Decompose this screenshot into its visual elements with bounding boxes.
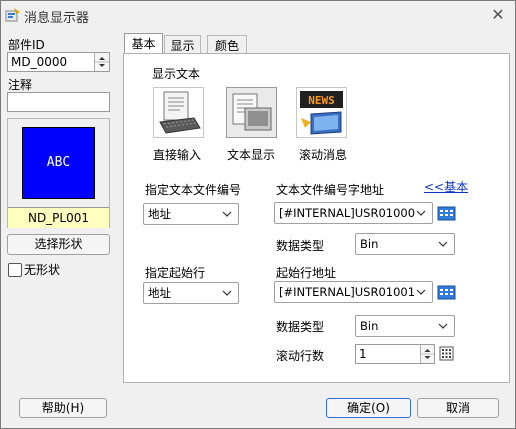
dialog-window: 消息显示器 ✕ 部件ID MD_0000 注释 ABC ND_PL001 选择形… xyxy=(0,0,516,429)
start-line-value: 地址 xyxy=(148,286,171,300)
comment-label: 注释 xyxy=(8,78,33,92)
chevron-down-icon xyxy=(222,211,232,217)
start-line-address-field[interactable]: [#INTERNAL]USR01001 xyxy=(274,281,433,303)
preview-name-bar: ND_PL001 xyxy=(8,207,109,228)
data-type-label-2: 数据类型 xyxy=(276,320,325,334)
comment-field[interactable] xyxy=(7,92,110,112)
shape-preview: ABC ND_PL001 xyxy=(7,118,110,228)
scroll-lines-spinner[interactable] xyxy=(420,345,434,363)
spinner-arrows-icon xyxy=(421,349,434,359)
no-shape-checkbox[interactable] xyxy=(8,263,22,277)
text-file-number-value: 地址 xyxy=(148,207,171,221)
text-display-button[interactable] xyxy=(226,87,277,138)
data-type-label-1: 数据类型 xyxy=(276,239,325,253)
text-file-number-label: 指定文本文件编号 xyxy=(145,183,242,197)
data-type-value-2: Bin xyxy=(360,319,379,333)
calculator-icon[interactable] xyxy=(439,346,454,361)
chevron-down-icon xyxy=(416,289,426,295)
svg-text:NEWS: NEWS xyxy=(308,94,335,107)
chevron-down-icon xyxy=(416,210,426,216)
scroll-lines-value: 1 xyxy=(359,347,367,361)
preview-name: ND_PL001 xyxy=(27,211,90,225)
preview-box: ABC xyxy=(22,127,95,199)
cancel-button[interactable]: 取消 xyxy=(417,398,499,418)
chevron-down-icon xyxy=(222,290,232,296)
back-to-basic-link[interactable]: <<基本 xyxy=(424,178,468,195)
close-icon[interactable]: ✕ xyxy=(489,6,507,24)
tab-display[interactable]: 显示 xyxy=(164,35,201,55)
tab-color[interactable]: 颜色 xyxy=(207,35,247,55)
scroll-lines-label: 滚动行数 xyxy=(276,349,325,363)
text-file-address-label: 文本文件编号字地址 xyxy=(276,183,385,197)
help-button[interactable]: 帮助(H) xyxy=(19,398,107,418)
tab-basic[interactable]: 基本 xyxy=(124,33,163,55)
chevron-down-icon xyxy=(438,323,448,329)
direct-input-label: 直接输入 xyxy=(153,148,202,162)
select-shape-button[interactable]: 选择形状 xyxy=(7,234,110,255)
scroll-message-label: 滚动消息 xyxy=(299,148,348,162)
keyboard-document-icon xyxy=(159,91,201,134)
data-type-select-2[interactable]: Bin xyxy=(355,315,455,337)
direct-input-button[interactable] xyxy=(153,87,204,138)
no-shape-label: 无形状 xyxy=(24,263,61,277)
basic-tab-panel: 显示文本 NEWS 直接输入 文本显示 滚动消息 指定文本文件编号 地址 文本文… xyxy=(123,53,510,383)
message-display-app-icon xyxy=(5,8,20,22)
text-file-address-value: [#INTERNAL]USR01000 xyxy=(279,206,416,220)
text-display-icon xyxy=(232,93,272,131)
text-file-number-select[interactable]: 地址 xyxy=(143,203,239,225)
window-title: 消息显示器 xyxy=(24,11,90,26)
start-line-select[interactable]: 地址 xyxy=(143,282,239,304)
part-id-value: MD_0000 xyxy=(11,55,68,69)
ok-button[interactable]: 确定(O) xyxy=(326,398,411,418)
address-keypad-icon[interactable] xyxy=(437,205,456,222)
data-type-select-1[interactable]: Bin xyxy=(355,233,455,255)
spinner-arrows-icon xyxy=(95,57,109,67)
scroll-message-button[interactable]: NEWS xyxy=(296,87,347,138)
data-type-value-1: Bin xyxy=(360,237,379,251)
title-bar: 消息显示器 ✕ xyxy=(1,1,515,29)
part-id-field[interactable]: MD_0000 xyxy=(7,52,110,72)
start-line-label: 指定起始行 xyxy=(145,266,206,280)
chevron-down-icon xyxy=(438,241,448,247)
start-line-address-value: [#INTERNAL]USR01001 xyxy=(279,285,416,299)
preview-text: ABC xyxy=(46,155,71,170)
text-file-address-field[interactable]: [#INTERNAL]USR01000 xyxy=(274,202,433,224)
tab-strip: 基本 显示 颜色 xyxy=(124,33,264,55)
address-keypad-icon[interactable] xyxy=(437,284,456,301)
text-display-label: 文本显示 xyxy=(227,148,276,162)
display-text-label: 显示文本 xyxy=(152,67,201,81)
start-line-address-label: 起始行地址 xyxy=(276,266,337,280)
news-scroll-icon: NEWS xyxy=(300,91,343,135)
part-id-label: 部件ID xyxy=(8,38,45,52)
scroll-lines-field[interactable]: 1 xyxy=(355,344,435,364)
part-id-spinner[interactable] xyxy=(94,53,109,71)
